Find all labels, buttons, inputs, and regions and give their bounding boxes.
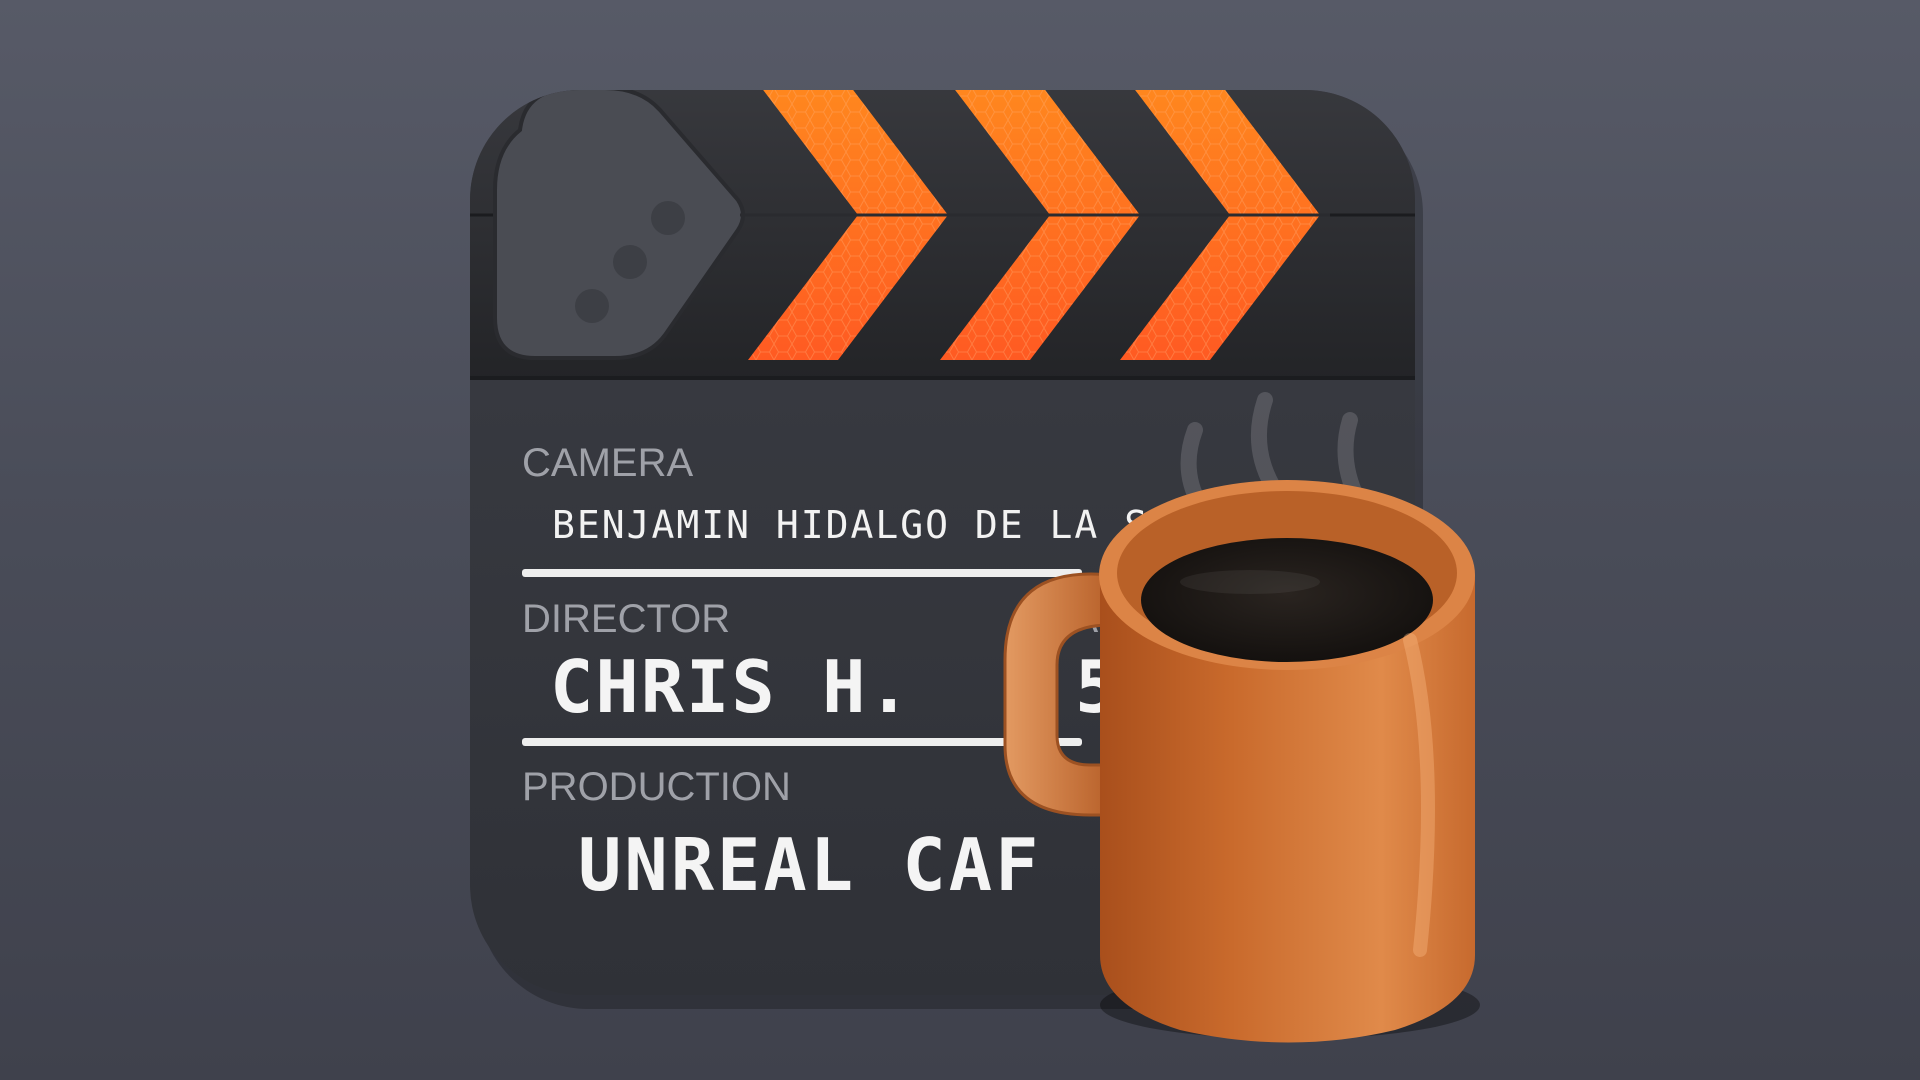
divider-line [522, 738, 1082, 746]
app-icon-composition: CAMERA BENJAMIN HIDALGO DE LA S DIRECTOR… [470, 90, 1480, 1043]
production-value: UNREAL CAF [578, 823, 1041, 907]
chevron-stripes [740, 90, 1330, 360]
camera-label: CAMERA [522, 441, 693, 485]
production-label: PRODUCTION [522, 765, 791, 809]
divider-line [522, 569, 1082, 577]
director-label: DIRECTOR [522, 597, 730, 641]
camera-value: BENJAMIN HIDALGO DE LA S [552, 503, 1149, 547]
director-value: CHRIS H. [550, 645, 913, 729]
